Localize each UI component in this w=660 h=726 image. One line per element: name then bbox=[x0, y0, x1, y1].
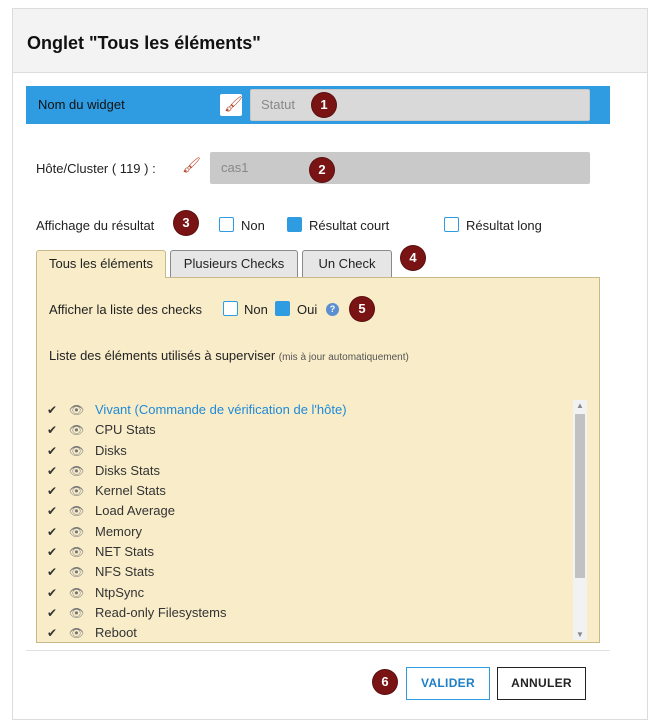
eye-icon[interactable]: 👁 bbox=[69, 583, 84, 603]
check-icon: ✔ bbox=[47, 565, 58, 580]
elements-list-title-text: Liste des éléments utilisés à superviser bbox=[49, 348, 276, 363]
callout-badge-1: 1 bbox=[312, 93, 336, 117]
host-label: Hôte/Cluster ( 119 ) : bbox=[36, 161, 156, 176]
show-checks-non-checkbox[interactable] bbox=[223, 301, 238, 316]
check-icon: ✔ bbox=[47, 463, 58, 478]
callout-badge-3: 3 bbox=[174, 211, 198, 235]
display-long-checkbox[interactable] bbox=[444, 217, 459, 232]
show-checks-non-label: Non bbox=[244, 302, 268, 317]
list-item-name: NFS Stats bbox=[95, 564, 155, 580]
check-icon: ✔ bbox=[47, 545, 58, 560]
tab-un-check[interactable]: Un Check bbox=[302, 250, 392, 277]
list-item[interactable]: ✔ 👁 Read-only Filesystems bbox=[47, 603, 567, 623]
valider-button[interactable]: VALIDER bbox=[406, 667, 490, 700]
list-item-name: Disks Stats bbox=[95, 462, 161, 478]
list-item[interactable]: ✔ 👁 NtpSync bbox=[47, 583, 567, 603]
eye-icon[interactable]: 👁 bbox=[69, 461, 84, 481]
eye-icon[interactable]: 👁 bbox=[69, 501, 84, 521]
display-non-label: Non bbox=[241, 218, 265, 233]
tab-plusieurs-checks[interactable]: Plusieurs Checks bbox=[170, 250, 298, 277]
list-item[interactable]: ✔ 👁 NET Stats bbox=[47, 542, 567, 562]
display-long-label: Résultat long bbox=[466, 218, 542, 233]
list-item-name: Vivant (Commande de vérification de l'hô… bbox=[95, 402, 347, 417]
widget-brush-button[interactable]: 🖌 bbox=[220, 94, 244, 116]
elements-list-title: Liste des éléments utilisés à superviser… bbox=[49, 348, 409, 363]
check-icon: ✔ bbox=[47, 484, 58, 499]
check-icon: ✔ bbox=[47, 585, 58, 600]
list-item-name: CPU Stats bbox=[95, 422, 156, 438]
scroll-down-icon[interactable]: ▼ bbox=[576, 630, 584, 639]
list-item[interactable]: ✔ 👁 Memory bbox=[47, 522, 567, 542]
list-item[interactable]: ✔ 👁 Vivant (Commande de vérification de l'… bbox=[47, 400, 567, 420]
list-item[interactable]: ✔ 👁 Disks bbox=[47, 441, 567, 461]
eye-icon[interactable]: 👁 bbox=[69, 562, 84, 582]
info-icon[interactable]: ? bbox=[326, 303, 339, 316]
eye-icon[interactable]: 👁 bbox=[69, 623, 84, 643]
list-item[interactable]: ✔ 👁 Reboot bbox=[47, 623, 567, 643]
show-checks-oui-label: Oui bbox=[297, 302, 318, 317]
list-item-name: Disks bbox=[95, 442, 127, 458]
callout-badge-5: 5 bbox=[350, 297, 374, 321]
list-item-name: Kernel Stats bbox=[95, 483, 166, 499]
display-result-label: Affichage du résultat bbox=[36, 218, 155, 233]
list-item[interactable]: ✔ 👁 CPU Stats bbox=[47, 420, 567, 440]
eye-icon[interactable]: 👁 bbox=[69, 400, 84, 420]
elements-list: ✔ 👁 Vivant (Commande de vérification de l'… bbox=[47, 400, 567, 644]
list-item-name: NtpSync bbox=[95, 584, 145, 600]
dialog-header: Onglet "Tous les éléments" bbox=[13, 9, 647, 73]
eye-icon[interactable]: 👁 bbox=[69, 603, 84, 623]
dialog-title: Onglet "Tous les éléments" bbox=[27, 33, 261, 53]
show-checks-oui-checkbox[interactable] bbox=[275, 301, 290, 316]
display-non-checkbox[interactable] bbox=[219, 217, 234, 232]
display-short-checkbox[interactable] bbox=[287, 217, 302, 232]
check-icon: ✔ bbox=[47, 403, 58, 417]
tab-panel: Afficher la liste des checks Non Oui ? 5… bbox=[36, 277, 600, 643]
check-icon: ✔ bbox=[47, 504, 58, 519]
brush-icon: 🖌 bbox=[224, 96, 244, 113]
list-item-name: Memory bbox=[95, 523, 142, 539]
check-icon: ✔ bbox=[47, 626, 58, 641]
eye-icon[interactable]: 👁 bbox=[69, 481, 84, 501]
widget-name-row: Nom du widget 🖌 Statut 1 bbox=[26, 86, 610, 124]
list-item[interactable]: ✔ 👁 Kernel Stats bbox=[47, 481, 567, 501]
eye-icon[interactable]: 👁 bbox=[69, 542, 84, 562]
eye-icon[interactable]: 👁 bbox=[69, 420, 84, 440]
eye-icon[interactable]: 👁 bbox=[69, 441, 84, 461]
check-icon: ✔ bbox=[47, 605, 58, 620]
list-scrollbar[interactable]: ▲ ▼ bbox=[573, 400, 587, 640]
callout-badge-6: 6 bbox=[373, 670, 397, 694]
callout-badge-2: 2 bbox=[310, 158, 334, 182]
list-item-name: NET Stats bbox=[95, 544, 155, 560]
check-icon: ✔ bbox=[47, 423, 58, 438]
annuler-button[interactable]: ANNULER bbox=[497, 667, 586, 700]
widget-name-input[interactable]: Statut bbox=[250, 89, 590, 121]
scroll-up-icon[interactable]: ▲ bbox=[576, 401, 584, 410]
widget-name-label: Nom du widget bbox=[38, 97, 125, 112]
display-short-label: Résultat court bbox=[309, 218, 390, 233]
list-item[interactable]: ✔ 👁 Load Average bbox=[47, 501, 567, 521]
check-icon: ✔ bbox=[47, 524, 58, 539]
list-item[interactable]: ✔ 👁 NFS Stats bbox=[47, 562, 567, 582]
list-item-name: Read-only Filesystems bbox=[95, 604, 227, 620]
host-input[interactable]: cas1 bbox=[210, 152, 590, 184]
check-icon: ✔ bbox=[47, 443, 58, 458]
list-item-name: Load Average bbox=[95, 503, 175, 519]
show-checks-label: Afficher la liste des checks bbox=[49, 302, 202, 317]
host-brush-icon[interactable]: 🖌 bbox=[182, 156, 201, 174]
elements-list-subtitle: (mis à jour automatiquement) bbox=[278, 352, 409, 363]
scrollbar-thumb[interactable] bbox=[575, 414, 585, 578]
list-item-name: Reboot bbox=[95, 625, 137, 641]
footer-divider bbox=[26, 650, 610, 651]
callout-badge-4: 4 bbox=[401, 246, 425, 270]
list-item[interactable]: ✔ 👁 Disks Stats bbox=[47, 461, 567, 481]
eye-icon[interactable]: 👁 bbox=[69, 522, 84, 542]
tab-tous-les-elements[interactable]: Tous les éléments bbox=[36, 250, 166, 278]
